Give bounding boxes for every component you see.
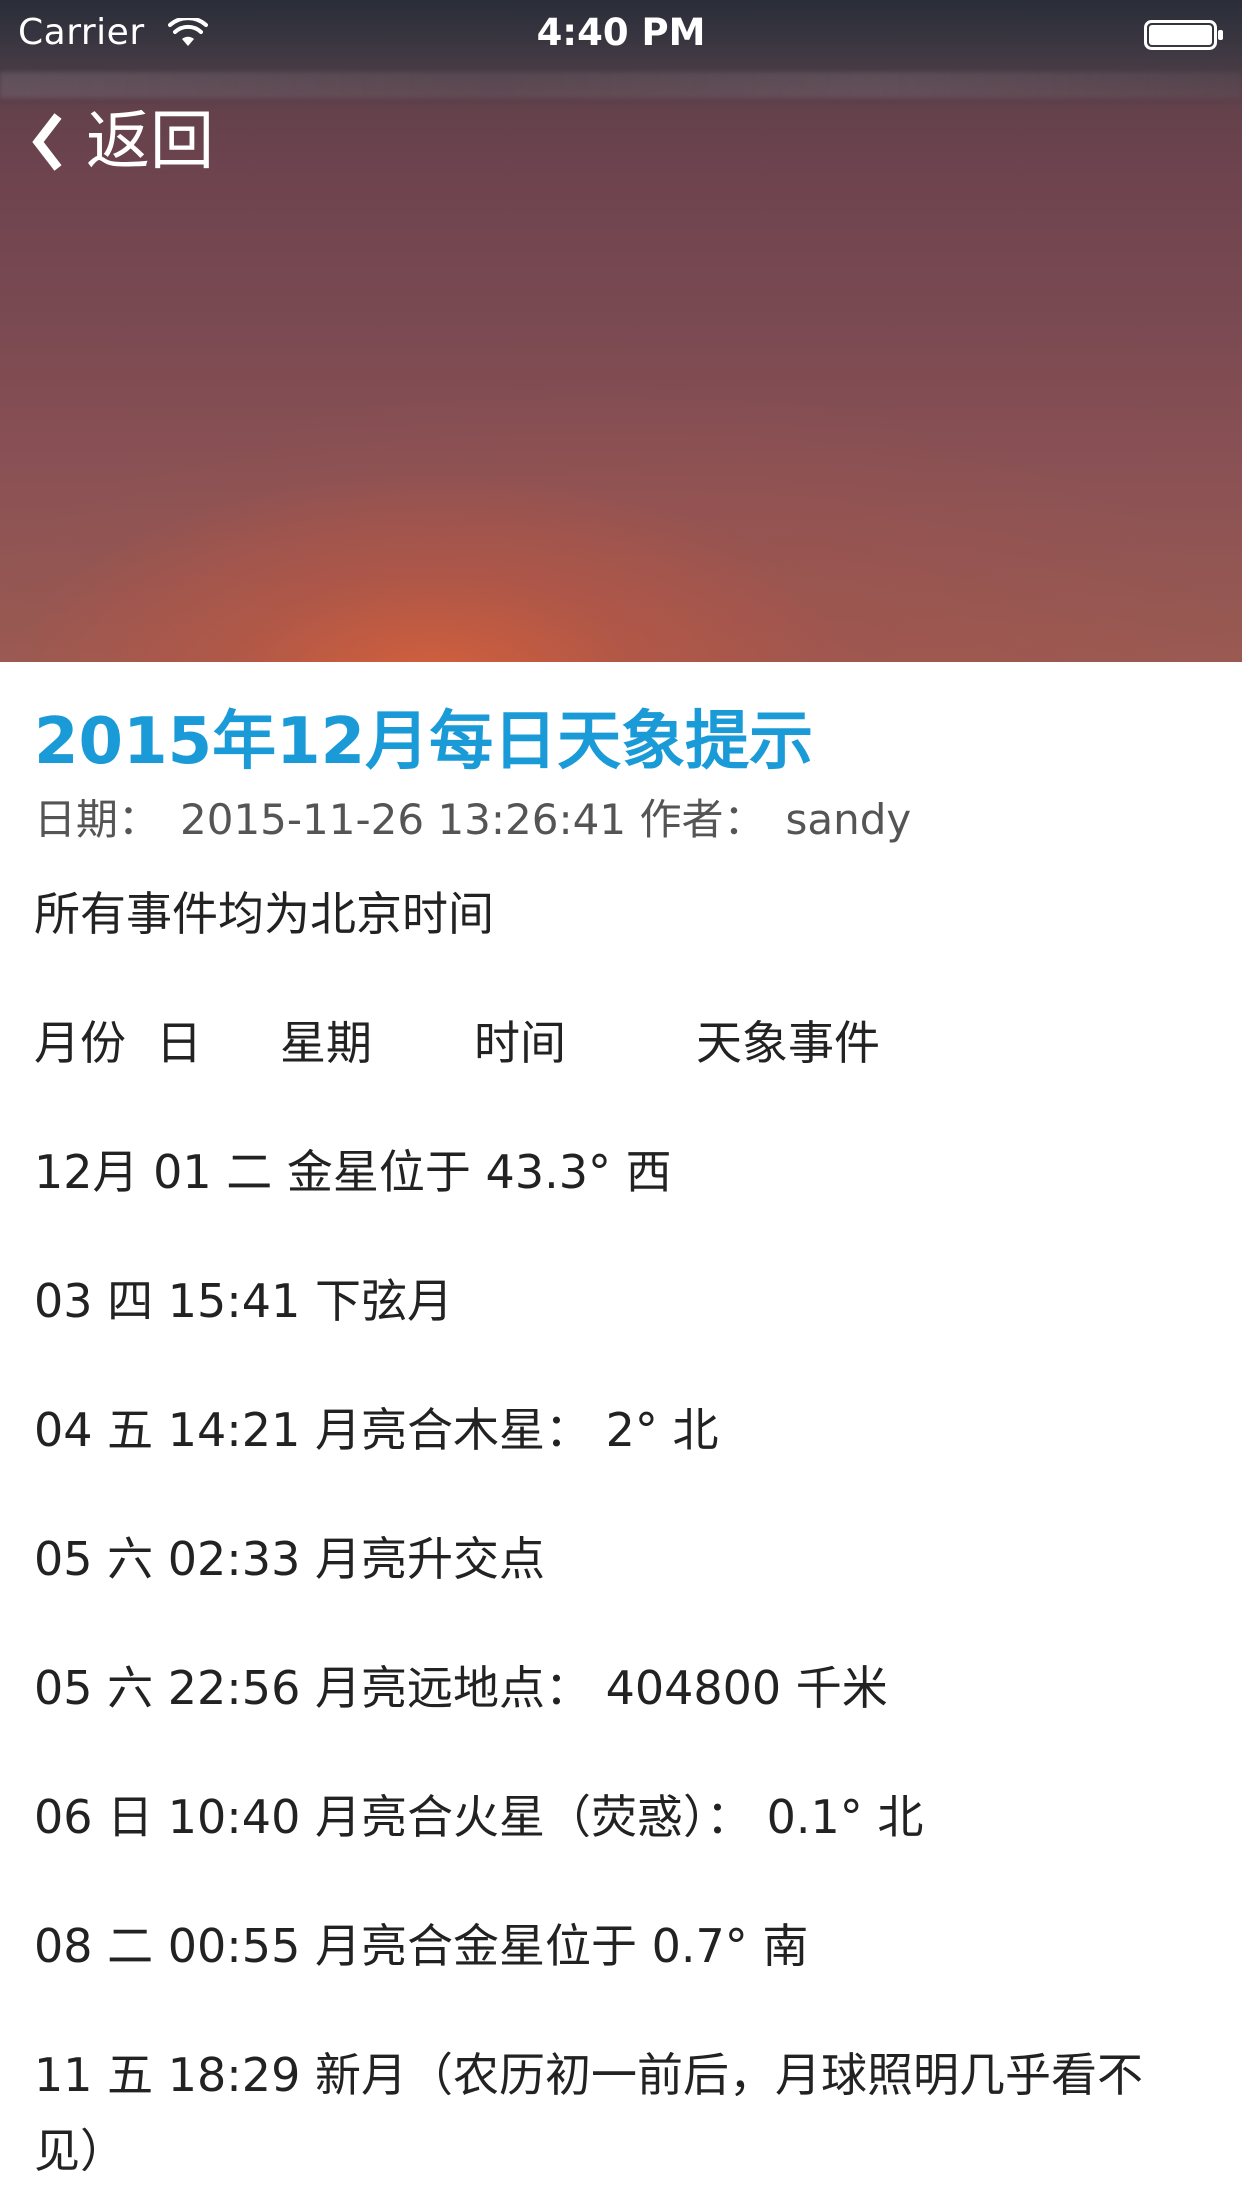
event-line: 05 六 02:33 月亮升交点 xyxy=(34,1532,545,1586)
column-header-weekday: 星期 xyxy=(280,1016,372,1070)
header-image-clouds xyxy=(0,72,1242,98)
article-meta: 日期： 2015-11-26 13:26:41 作者： sandy xyxy=(34,792,911,848)
column-header-event: 天象事件 xyxy=(696,1016,880,1070)
intro-paragraph: 所有事件均为北京时间 xyxy=(34,887,494,941)
column-header-month: 月份 xyxy=(34,1016,126,1070)
event-line: 11 五 18:29 新月（农历初一前后，月球照明几乎看不见） xyxy=(34,2048,1143,2178)
back-chevron-icon xyxy=(32,113,62,171)
header-image xyxy=(0,0,1242,662)
column-header-day: 日 xyxy=(156,1016,202,1070)
column-header-time: 时间 xyxy=(474,1016,566,1070)
event-line: 03 四 15:41 下弦月 xyxy=(34,1274,453,1328)
event-line: 06 日 10:40 月亮合火星（荧惑）： 0.1° 北 xyxy=(34,1790,924,1844)
event-line: 08 二 00:55 月亮合金星位于 0.7° 南 xyxy=(34,1919,809,1973)
status-time: 4:40 PM xyxy=(536,11,706,54)
event-line: 05 六 22:56 月亮远地点： 404800 千米 xyxy=(34,1661,888,1715)
back-button-label: 返回 xyxy=(86,105,214,179)
author-label: 作者： xyxy=(639,795,766,844)
date-value: 2015-11-26 13:26:41 xyxy=(180,795,627,844)
battery-icon xyxy=(1144,20,1223,50)
article-detail-screen: Carrier 4:40 PM 返回 2015年12月每日天象提示 日期： 201… xyxy=(0,0,1242,2208)
event-line: 12月 01 二 金星位于 43.3° 西 xyxy=(34,1145,672,1199)
back-button[interactable]: 返回 xyxy=(28,102,214,182)
author-value: sandy xyxy=(785,795,912,844)
date-label: 日期： xyxy=(34,795,161,844)
article-body: 所有事件均为北京时间 月份 日 星期 时间 天象事件 12月 01 二 金星位于… xyxy=(34,884,1214,2208)
column-header-row: 月份 日 星期 时间 天象事件 xyxy=(34,1013,1214,1073)
status-bar: Carrier 4:40 PM xyxy=(0,0,1242,66)
article-title: 2015年12月每日天象提示 xyxy=(34,705,814,779)
event-line: 04 五 14:21 月亮合木星： 2° 北 xyxy=(34,1403,719,1457)
